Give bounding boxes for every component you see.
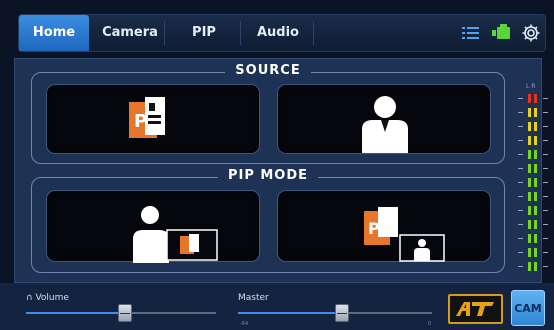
pip-mode-group: PIP MODE P — [31, 168, 505, 273]
powerpoint-icon: P — [129, 97, 165, 138]
tab-audio[interactable]: Audio — [243, 15, 313, 51]
audio-level-meter: L R — [516, 83, 552, 275]
pip-slides-presenter-button[interactable]: P — [277, 190, 491, 262]
volume-label: ∩ Volume — [26, 293, 69, 303]
tab-pip[interactable]: PIP — [169, 15, 239, 51]
meter-segment — [516, 177, 552, 189]
tab-home[interactable]: Home — [19, 15, 89, 51]
at-button[interactable]: AT — [448, 294, 503, 324]
cam-button[interactable]: CAM — [511, 290, 545, 326]
slides-pip-presenter-icon: P — [364, 207, 445, 262]
meter-segment — [516, 219, 552, 231]
list-icon[interactable] — [461, 23, 481, 43]
volume-track-fill — [26, 312, 120, 314]
meter-segment — [516, 149, 552, 161]
tab-divider — [240, 21, 241, 45]
tab-divider — [313, 21, 314, 45]
pip-presenter-slides-button[interactable] — [46, 190, 260, 263]
meter-segment — [516, 93, 552, 105]
tab-strip: Home Camera PIP Audio — [18, 14, 546, 52]
source-presentation-button[interactable]: P — [46, 84, 260, 154]
master-label: Master — [238, 293, 269, 303]
meter-segment — [516, 205, 552, 217]
gear-icon[interactable] — [521, 23, 541, 43]
source-title: SOURCE — [32, 63, 504, 78]
volume-track — [120, 312, 216, 314]
svg-text:P: P — [134, 111, 147, 132]
meter-segment — [516, 233, 552, 245]
meter-lr-label: L R — [526, 83, 536, 90]
meter-segment — [516, 121, 552, 133]
master-tick-min: -64 — [240, 321, 249, 327]
meter-segment — [516, 247, 552, 259]
main-panel: SOURCE P PIP MODE P L R — [14, 58, 548, 283]
source-group: SOURCE P — [31, 63, 505, 164]
pip-mode-title: PIP MODE — [32, 168, 504, 183]
meter-segment — [516, 191, 552, 203]
svg-text:P: P — [368, 219, 380, 238]
source-presenter-button[interactable] — [277, 84, 491, 154]
meter-segment — [516, 135, 552, 147]
meter-segment — [516, 163, 552, 175]
tab-camera[interactable]: Camera — [95, 15, 165, 51]
master-slider[interactable] — [335, 304, 349, 322]
master-track-fill — [238, 312, 338, 314]
master-track — [338, 312, 432, 314]
top-bar: Home Camera PIP Audio — [0, 0, 554, 60]
camera-icon[interactable] — [491, 23, 511, 43]
presenter-icon — [362, 96, 408, 153]
volume-slider[interactable] — [118, 304, 132, 322]
presenter-pip-slides-icon — [133, 206, 218, 263]
meter-segment — [516, 107, 552, 119]
meter-segment — [516, 261, 552, 273]
at-logo — [456, 302, 494, 316]
master-tick-max: 0 — [428, 321, 432, 327]
headphones-icon: ∩ — [26, 293, 33, 303]
